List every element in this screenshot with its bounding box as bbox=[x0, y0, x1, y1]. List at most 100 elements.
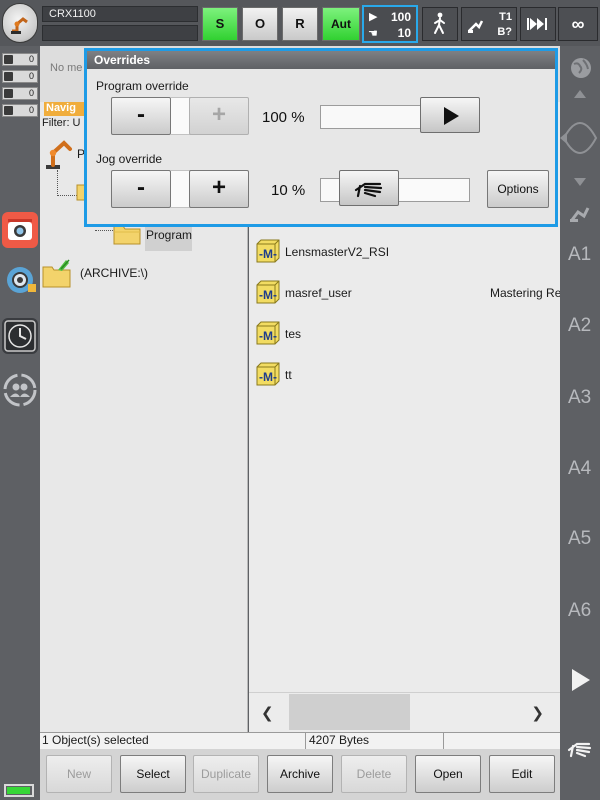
axis-a3-label[interactable]: A3 bbox=[568, 387, 591, 409]
x-icon bbox=[4, 55, 13, 64]
axis-status-row[interactable]: 0 bbox=[2, 70, 38, 83]
list-item[interactable]: -M- masref_user Mastering Re bbox=[255, 279, 562, 307]
overrides-dialog: Overrides Program override - + 100 % Jog… bbox=[84, 48, 558, 227]
jog-override-minus-button[interactable]: - bbox=[111, 170, 171, 208]
softkey-bar: New Select Duplicate Archive Delete Open… bbox=[40, 749, 560, 800]
open-button[interactable]: Open bbox=[415, 755, 481, 793]
module-file-icon: -M- bbox=[256, 239, 280, 263]
module-file-icon: -M- bbox=[256, 321, 280, 345]
file-name: LensmasterV2_RSI bbox=[285, 245, 390, 259]
tool-base-button[interactable]: T1 B? bbox=[461, 7, 517, 41]
delete-button[interactable]: Delete bbox=[341, 755, 407, 793]
axis-a6-label[interactable]: A6 bbox=[568, 600, 591, 622]
operating-mode-status[interactable]: Aut bbox=[322, 7, 360, 41]
list-item[interactable]: -M- tt bbox=[255, 361, 560, 389]
file-name: tes bbox=[285, 327, 302, 341]
walking-man-button[interactable] bbox=[422, 7, 458, 41]
camera-button[interactable] bbox=[2, 212, 38, 248]
user-group-button[interactable] bbox=[2, 372, 38, 408]
submit-interpreter-status[interactable]: S bbox=[202, 7, 238, 41]
axis-a4-label[interactable]: A4 bbox=[568, 458, 591, 480]
jog-hand-icon: ☚ bbox=[368, 28, 378, 40]
robot-message-field bbox=[42, 25, 198, 41]
play-icon bbox=[444, 107, 459, 125]
archive-button[interactable]: Archive bbox=[267, 755, 333, 793]
slider-fill bbox=[321, 179, 336, 201]
clock-button[interactable] bbox=[2, 318, 38, 354]
scroll-left-icon[interactable]: ❮ bbox=[261, 704, 274, 722]
duplicate-button[interactable]: Duplicate bbox=[193, 755, 259, 793]
program-override-value: 100 % bbox=[262, 109, 305, 126]
jog-override-label: Jog override bbox=[96, 152, 163, 166]
right-sidebar: A1 A2 A3 A4 A5 A6 bbox=[560, 46, 600, 800]
module-file-icon: -M- bbox=[256, 362, 280, 386]
button-joiner bbox=[171, 97, 191, 135]
program-override-minus-button[interactable]: - bbox=[111, 97, 171, 135]
file-name: tt bbox=[285, 368, 292, 382]
warning-icon bbox=[4, 89, 13, 98]
override-indicator[interactable]: ▶ 100 ☚ 10 bbox=[362, 5, 418, 43]
battery-icon bbox=[4, 784, 34, 797]
scrollbar-thumb[interactable] bbox=[289, 694, 410, 730]
infinity-button[interactable]: ∞ bbox=[558, 7, 598, 41]
options-button[interactable]: Options bbox=[487, 170, 549, 208]
robot-name-field[interactable]: CRX1100 bbox=[42, 6, 198, 22]
drives-status[interactable]: O bbox=[242, 7, 278, 41]
new-button[interactable]: New bbox=[46, 755, 112, 793]
edit-button[interactable]: Edit bbox=[489, 755, 555, 793]
svg-text:-M-: -M- bbox=[259, 370, 277, 384]
jog-hand-icon[interactable] bbox=[567, 738, 593, 760]
svg-text:-M-: -M- bbox=[259, 247, 277, 261]
list-item[interactable]: -M- LensmasterV2_RSI bbox=[255, 238, 560, 266]
tree-item-label: (ARCHIVE:\) bbox=[80, 266, 149, 280]
status-bar: 1 Object(s) selected 4207 Bytes bbox=[40, 732, 560, 749]
dialog-title: Overrides bbox=[87, 51, 555, 69]
jog-override-slider-handle[interactable] bbox=[339, 170, 399, 206]
settings-button[interactable] bbox=[2, 262, 38, 298]
file-comment: Mastering Re bbox=[490, 286, 562, 300]
program-override-plus-button[interactable]: + bbox=[189, 97, 249, 135]
left-sidebar: 0 0 0 0 bbox=[0, 46, 40, 800]
jog-arrows-icon[interactable] bbox=[560, 88, 600, 188]
clock-icon bbox=[4, 320, 36, 352]
robot-interpreter-status[interactable]: R bbox=[282, 7, 318, 41]
axis-status-row[interactable]: 0 bbox=[2, 87, 38, 100]
archive-folder-icon bbox=[42, 259, 71, 288]
axis-a1-label[interactable]: A1 bbox=[568, 244, 591, 266]
filter-label[interactable]: Filter: U bbox=[42, 117, 81, 129]
button-joiner bbox=[171, 170, 191, 208]
file-name: masref_user bbox=[285, 286, 352, 300]
motion-mode-button[interactable] bbox=[520, 7, 556, 41]
jog-override-value: 10 % bbox=[271, 182, 306, 199]
scroll-right-icon[interactable]: ❯ bbox=[531, 704, 544, 722]
tool-label: T1 bbox=[499, 11, 512, 23]
info-icon bbox=[4, 72, 13, 81]
axis-status-row[interactable]: 0 bbox=[2, 53, 38, 66]
globe-icon[interactable] bbox=[569, 56, 593, 80]
robot-tool-icon[interactable] bbox=[568, 200, 592, 224]
tool-icon bbox=[468, 20, 484, 33]
module-file-icon: -M- bbox=[256, 280, 280, 304]
message-text: No me bbox=[50, 62, 83, 74]
tree-item-label: Program bbox=[146, 228, 193, 242]
jog-override-value: 10 bbox=[397, 26, 411, 40]
kuka-robot-logo-icon[interactable] bbox=[2, 3, 38, 43]
gear-icon bbox=[7, 267, 36, 293]
svg-text:-M-: -M- bbox=[259, 288, 277, 302]
program-override-slider-handle[interactable] bbox=[420, 97, 480, 133]
stop-icon bbox=[4, 106, 13, 115]
list-item[interactable]: -M- tes bbox=[255, 320, 560, 348]
base-label: B? bbox=[497, 26, 512, 38]
play-icon[interactable] bbox=[569, 667, 593, 693]
size-status: 4207 Bytes bbox=[306, 733, 444, 749]
jog-hand-icon bbox=[354, 182, 383, 198]
horizontal-scrollbar[interactable]: ❮ ❯ bbox=[249, 692, 560, 730]
axis-status-row[interactable]: 0 bbox=[2, 104, 38, 117]
select-button[interactable]: Select bbox=[120, 755, 186, 793]
axis-a5-label[interactable]: A5 bbox=[568, 528, 591, 550]
walking-man-icon bbox=[434, 12, 445, 34]
tree-connector bbox=[57, 170, 58, 196]
jog-override-plus-button[interactable]: + bbox=[189, 170, 249, 208]
axis-a2-label[interactable]: A2 bbox=[568, 315, 591, 337]
tree-item-archive[interactable]: (ARCHIVE:\) bbox=[40, 257, 148, 292]
